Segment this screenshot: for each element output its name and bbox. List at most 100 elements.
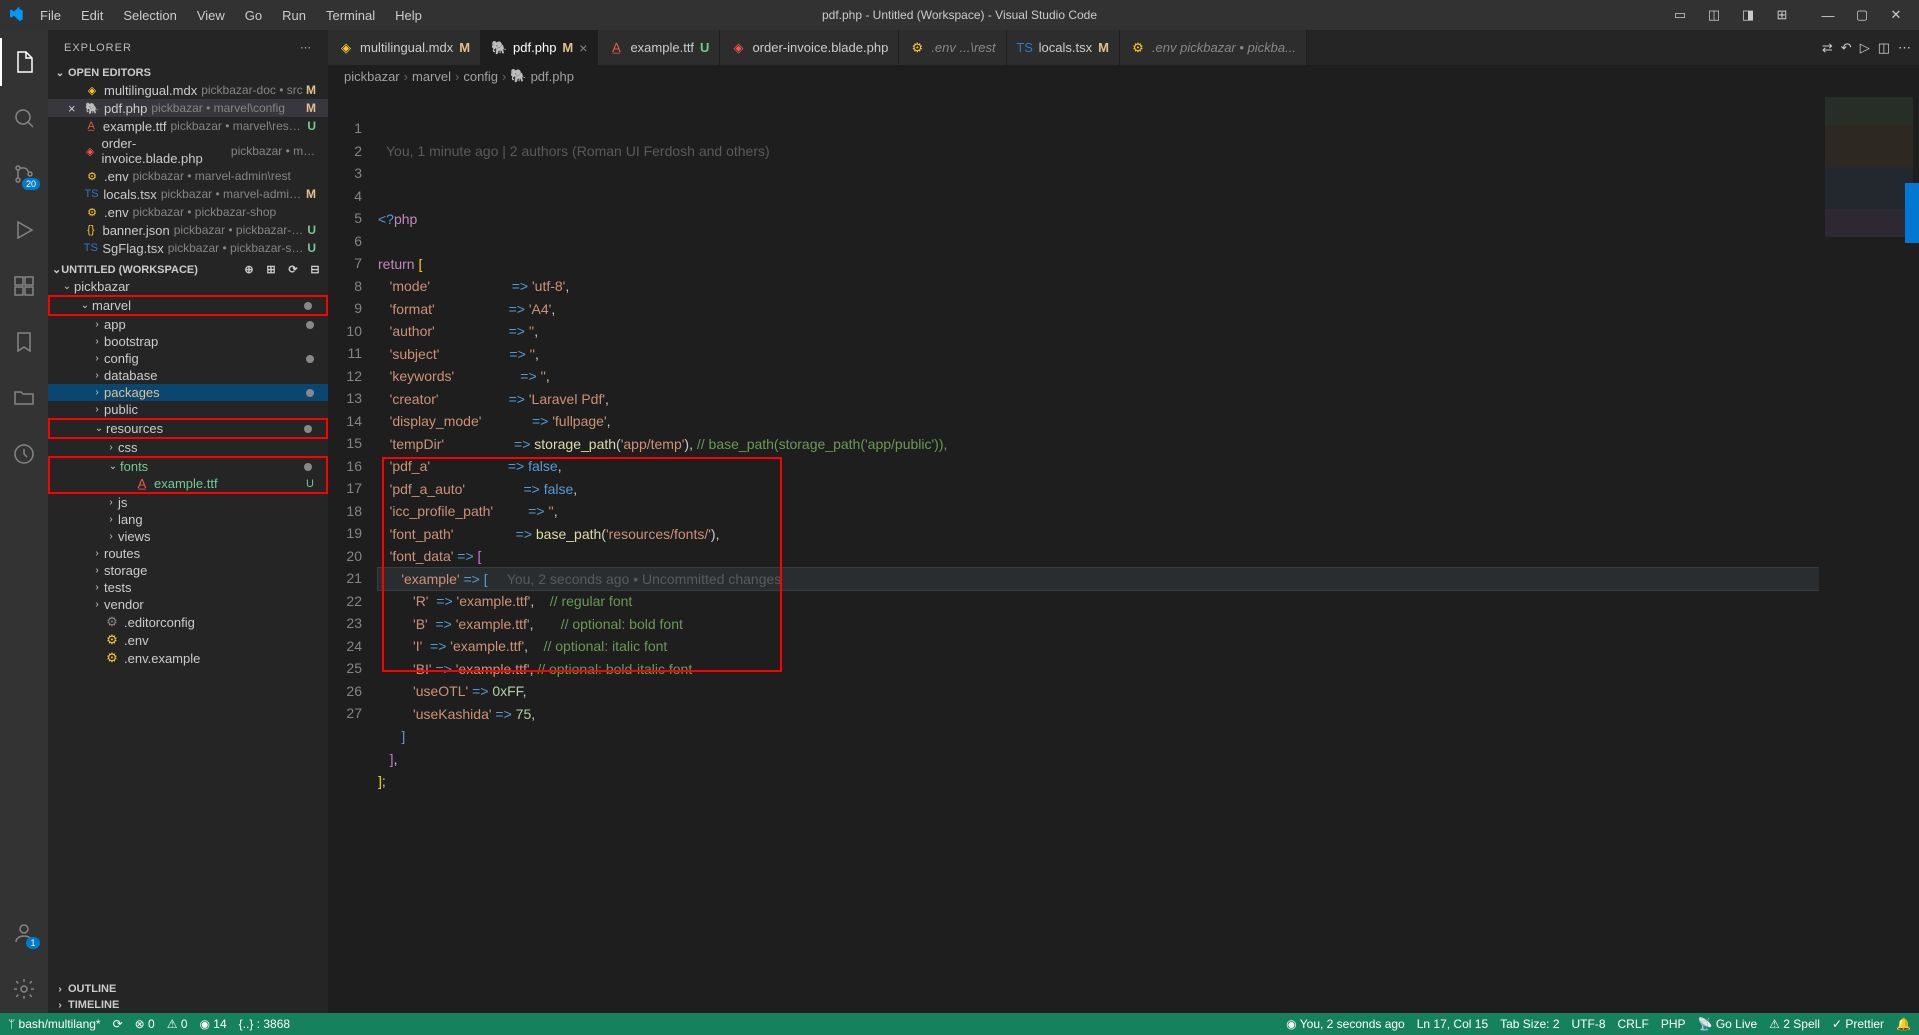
scm-activity-icon[interactable]: 20 (0, 150, 48, 198)
prettier[interactable]: ✓ Prettier (1832, 1017, 1884, 1031)
tab-multilingual-mdx[interactable]: ◈multilingual.mdxM (328, 30, 481, 65)
code-line-1[interactable]: <?php (378, 208, 1819, 231)
tree-item-vendor[interactable]: ›vendor (48, 596, 328, 613)
compare-icon[interactable]: ⇄ (1822, 40, 1833, 56)
folder-activity-icon[interactable] (0, 374, 48, 422)
menu-view[interactable]: View (189, 4, 233, 27)
code-line-2[interactable] (378, 230, 1819, 253)
code-content[interactable]: You, 1 minute ago | 2 authors (Roman UI … (378, 87, 1819, 1013)
code-line-4[interactable]: 'mode' => 'utf-8', (378, 275, 1819, 298)
minimize-icon[interactable]: — (1813, 0, 1843, 30)
menu-selection[interactable]: Selection (115, 4, 184, 27)
spell-check[interactable]: ⚠ 2 Spell (1769, 1017, 1820, 1031)
go-live[interactable]: 📡 Go Live (1698, 1017, 1758, 1031)
breadcrumb-item[interactable]: config (463, 69, 498, 84)
layout2-icon[interactable]: ◨ (1733, 0, 1763, 30)
tree-item-routes[interactable]: ›routes (48, 545, 328, 562)
status-blame[interactable]: ◉ You, 2 seconds ago (1286, 1017, 1405, 1031)
maximize-icon[interactable]: ▢ (1847, 0, 1877, 30)
open-editor-item[interactable]: ×◈multilingual.mdxpickbazar-doc • srcM (48, 81, 328, 99)
customize-layout-icon[interactable]: ⊞ (1767, 0, 1797, 30)
code-line-10[interactable]: 'display_mode' => 'fullpage', (378, 410, 1819, 433)
tree-item-resources[interactable]: ⌄resources (48, 418, 328, 439)
run-icon[interactable]: ▷ (1860, 40, 1870, 56)
code-line-21[interactable]: 'BI' => 'example.ttf', // optional: bold… (378, 658, 1819, 681)
tree-item-bootstrap[interactable]: ›bootstrap (48, 333, 328, 350)
encoding[interactable]: UTF-8 (1572, 1017, 1606, 1031)
tab-example-ttf[interactable]: A̲example.ttfU (598, 30, 720, 65)
tree-item-packages[interactable]: ›packages (48, 384, 328, 401)
menu-run[interactable]: Run (274, 4, 314, 27)
close-icon[interactable]: × (68, 101, 84, 116)
timeline-header[interactable]: ›TIMELINE (48, 997, 328, 1013)
code-line-7[interactable]: 'subject' => '', (378, 343, 1819, 366)
tree-item-js[interactable]: ›js (48, 494, 328, 511)
tree-item-config[interactable]: ›config (48, 350, 328, 367)
tree-item-lang[interactable]: ›lang (48, 511, 328, 528)
open-editors-header[interactable]: ⌄OPEN EDITORS (48, 65, 328, 81)
code-line-11[interactable]: 'tempDir' => storage_path('app/temp'), /… (378, 433, 1819, 456)
split-icon[interactable]: ◫ (1878, 40, 1890, 56)
open-editor-item[interactable]: ×{}banner.jsonpickbazar • pickbazar-sh..… (48, 221, 328, 239)
code-line-15[interactable]: 'font_path' => base_path('resources/font… (378, 523, 1819, 546)
info-count[interactable]: ◉ 14 (200, 1017, 227, 1031)
tree-item-views[interactable]: ›views (48, 528, 328, 545)
layout-icon[interactable]: ◫ (1699, 0, 1729, 30)
extensions-activity-icon[interactable] (0, 262, 48, 310)
tree-item-database[interactable]: ›database (48, 367, 328, 384)
code-line-19[interactable]: 'B' => 'example.ttf', // optional: bold … (378, 613, 1819, 636)
code-line-20[interactable]: 'I' => 'example.ttf', // optional: itali… (378, 635, 1819, 658)
tab--env[interactable]: ⚙.env ...\rest (899, 30, 1006, 65)
tree-item--env-example[interactable]: ⚙.env.example (48, 649, 328, 667)
notifications-icon[interactable]: 🔔 (1896, 1017, 1911, 1031)
code-line-3[interactable]: return [ (378, 253, 1819, 276)
tab-order-invoice-blade-php[interactable]: ◈order-invoice.blade.php (720, 30, 899, 65)
explorer-activity-icon[interactable] (0, 38, 48, 86)
tab-pdf-php[interactable]: 🐘pdf.phpM× (481, 30, 598, 65)
code-line-6[interactable]: 'author' => '', (378, 320, 1819, 343)
eol[interactable]: CRLF (1618, 1017, 1649, 1031)
settings-activity-icon[interactable] (0, 965, 48, 1013)
tree-item-fonts[interactable]: ⌄fonts (48, 456, 328, 475)
tree-item-example-ttf[interactable]: A̲example.ttfU (48, 475, 328, 494)
tree-item--env[interactable]: ⚙.env (48, 631, 328, 649)
cursor-position[interactable]: Ln 17, Col 15 (1417, 1017, 1488, 1031)
open-editor-item[interactable]: ×TSlocals.tsxpickbazar • marvel-admin\..… (48, 185, 328, 203)
minimap[interactable] (1819, 87, 1919, 1013)
tab-locals-tsx[interactable]: TSlocals.tsxM (1007, 30, 1120, 65)
toggle-panel-icon[interactable]: ▭ (1665, 0, 1695, 30)
tree-item-css[interactable]: ›css (48, 439, 328, 456)
open-editor-item[interactable]: ×⚙.envpickbazar • pickbazar-shop (48, 203, 328, 221)
explorer-more-icon[interactable]: ⋯ (300, 41, 312, 54)
code-line-27[interactable] (378, 793, 1819, 816)
code-line-13[interactable]: 'pdf_a_auto' => false, (378, 478, 1819, 501)
code-line-5[interactable]: 'format' => 'A4', (378, 298, 1819, 321)
code-line-18[interactable]: 'R' => 'example.ttf', // regular font (378, 590, 1819, 613)
open-editor-item[interactable]: ×🐘pdf.phppickbazar • marvel\configM (48, 99, 328, 117)
breadcrumb-item[interactable]: marvel (412, 69, 451, 84)
code-line-9[interactable]: 'creator' => 'Laravel Pdf', (378, 388, 1819, 411)
tree-item-storage[interactable]: ›storage (48, 562, 328, 579)
run-activity-icon[interactable] (0, 206, 48, 254)
warnings-count[interactable]: ⚠ 0 (167, 1017, 188, 1031)
code-line-16[interactable]: 'font_data' => [ (378, 545, 1819, 568)
tree-item-tests[interactable]: ›tests (48, 579, 328, 596)
close-tab-icon[interactable]: × (579, 40, 587, 56)
sync-icon[interactable]: ⟳ (113, 1017, 123, 1031)
code-line-24[interactable]: ] (378, 725, 1819, 748)
more-icon[interactable]: ⋯ (1898, 40, 1911, 56)
git-branch[interactable]: ᛘ bash/multilang* (8, 1017, 101, 1031)
code-line-22[interactable]: 'useOTL' => 0xFF, (378, 680, 1819, 703)
scroll-indicator[interactable] (1905, 183, 1919, 243)
bookmark-activity-icon[interactable] (0, 318, 48, 366)
breadcrumb-item[interactable]: pdf.php (531, 69, 574, 84)
errors-count[interactable]: ⊗ 0 (135, 1017, 155, 1031)
code-line-17[interactable]: 'example' => [ You, 2 seconds ago • Unco… (378, 568, 1819, 591)
language-mode[interactable]: PHP (1661, 1017, 1686, 1031)
collapse-icon[interactable]: ⊟ (306, 263, 324, 276)
breadcrumb-item[interactable]: pickbazar (344, 69, 400, 84)
refresh-icon[interactable]: ⟳ (284, 263, 302, 276)
code-line-8[interactable]: 'keywords' => '', (378, 365, 1819, 388)
tree-item-app[interactable]: ›app (48, 316, 328, 333)
close-window-icon[interactable]: ✕ (1881, 0, 1911, 30)
